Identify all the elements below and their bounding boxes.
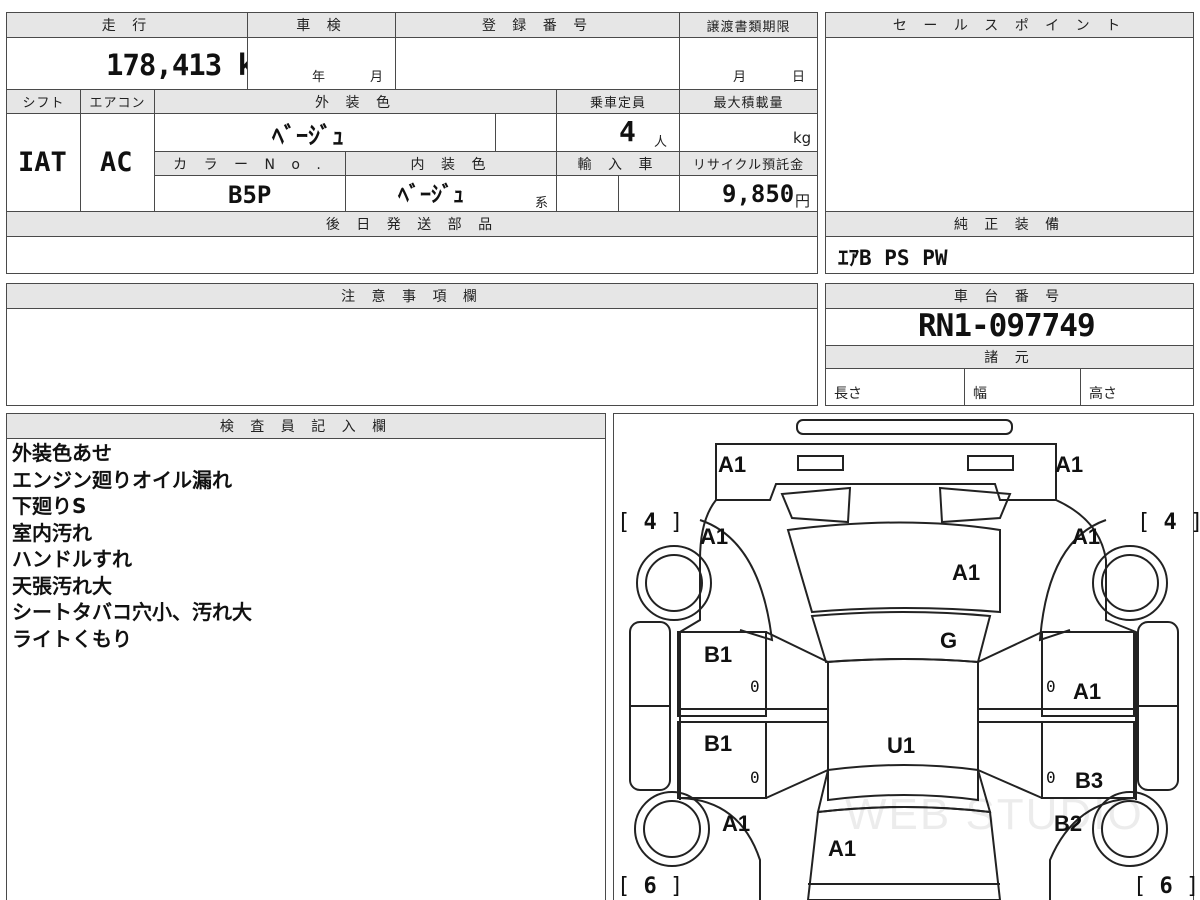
- front-right-wheel-outer: [1092, 545, 1168, 621]
- damage-rear-left-quarter: A1: [722, 811, 751, 836]
- damage-hood: A1: [952, 560, 981, 585]
- damage-front-right-door: A1: [1073, 679, 1102, 704]
- door-zero-front-right: 0: [1046, 677, 1056, 696]
- front-right-wheel-inner: [1101, 554, 1159, 612]
- tire-rear-right-value: 6: [1159, 874, 1173, 899]
- left-c-pillar: [765, 769, 829, 799]
- damage-front-right-corner: A1: [1055, 452, 1084, 477]
- tire-rear-left-value: 6: [643, 874, 657, 899]
- watermark: WEB STUDIO: [845, 790, 1144, 839]
- damage-front-left-corner: A1: [718, 452, 747, 477]
- tire-front-right-value: 4: [1163, 510, 1177, 535]
- tire-rear-left: [ 6 ]: [617, 874, 684, 899]
- front-bumper-outline: [715, 443, 1057, 501]
- damage-roof: U1: [887, 733, 916, 758]
- rear-left-wheel-outer: [634, 791, 710, 867]
- damage-rear-left-door: B1: [704, 731, 733, 756]
- left-grille: [780, 486, 852, 524]
- damage-front-left-door: B1: [704, 642, 733, 667]
- door-zero-rear-left: 0: [750, 768, 760, 787]
- rear-left-wheel-inner: [643, 800, 701, 858]
- tire-front-left-value: 4: [643, 510, 657, 535]
- windshield-outline: [810, 611, 992, 664]
- damage-windshield: G: [940, 628, 958, 653]
- right-a-pillar: [977, 631, 1043, 663]
- front-right-light: [967, 455, 1014, 471]
- roof-outline: [827, 658, 979, 802]
- car-diagram: [629, 419, 1179, 900]
- damage-front-right-fender: A1: [1072, 524, 1101, 549]
- front-spoiler-outline: [796, 419, 1013, 435]
- tire-front-left: [ 4 ]: [617, 510, 684, 535]
- tire-rear-right: [ 6 ]: [1133, 874, 1200, 899]
- damage-front-left-fender: A1: [700, 524, 729, 549]
- front-left-wheel-inner: [645, 554, 703, 612]
- door-zero-rear-right: 0: [1046, 768, 1056, 787]
- door-zero-front-left: 0: [750, 677, 760, 696]
- front-left-light: [797, 455, 844, 471]
- right-grille: [938, 486, 1012, 524]
- tire-front-right: [ 4 ]: [1137, 510, 1200, 535]
